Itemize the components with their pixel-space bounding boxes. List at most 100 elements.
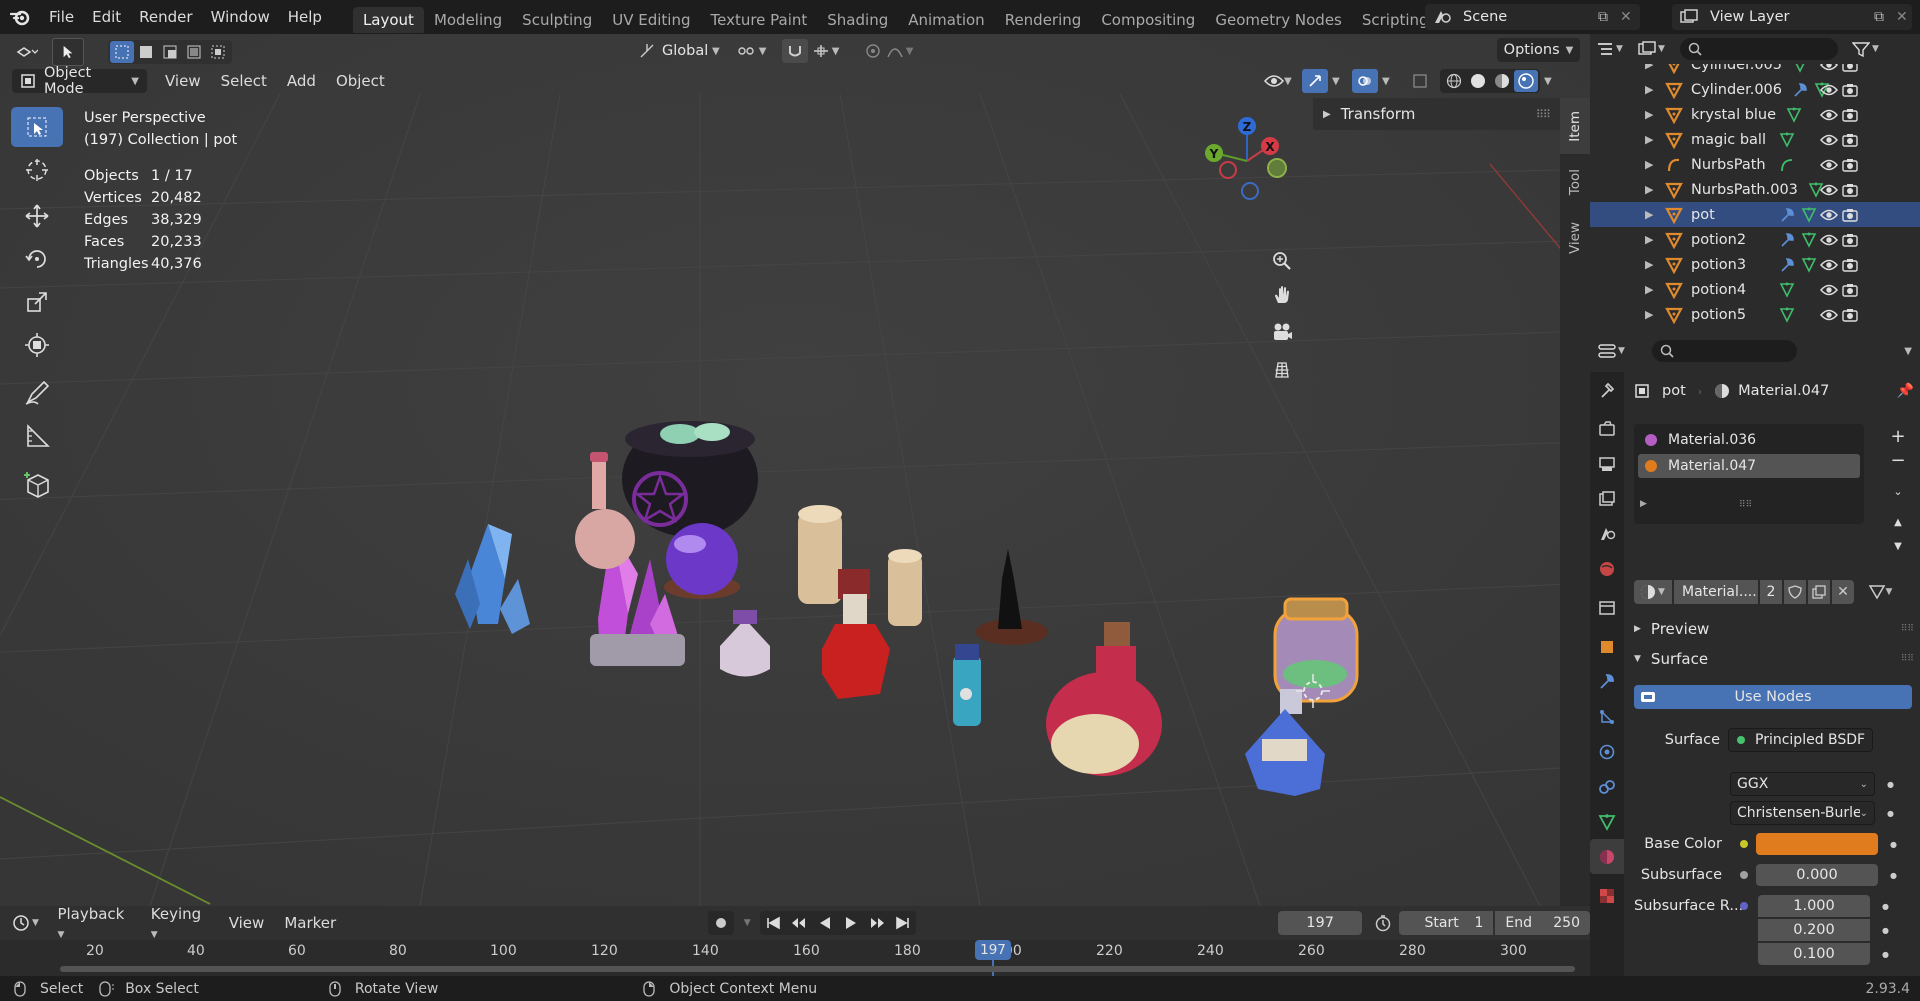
display-mode-icon[interactable]: ▼ xyxy=(1638,41,1674,57)
menu-file[interactable]: File xyxy=(40,0,83,34)
editor-type-button[interactable] xyxy=(8,38,46,66)
socket-icon[interactable] xyxy=(1740,840,1748,848)
material-shading-icon[interactable] xyxy=(1490,73,1514,89)
select-tool-button[interactable] xyxy=(52,38,84,66)
tab-uv-editing[interactable]: UV Editing xyxy=(602,7,700,33)
wireframe-shading-icon[interactable] xyxy=(1442,73,1466,89)
falloff-icon[interactable]: ▼ xyxy=(886,43,922,59)
scene-properties-tab[interactable] xyxy=(1590,516,1624,551)
stopwatch-icon[interactable] xyxy=(1374,914,1393,932)
outliner-search-input[interactable] xyxy=(1680,38,1838,60)
menu-render[interactable]: Render xyxy=(130,0,201,34)
outliner-item[interactable]: ▶ magic ball xyxy=(1590,127,1920,152)
data-properties-tab[interactable] xyxy=(1590,804,1624,839)
visibility-eye-icon[interactable] xyxy=(1820,159,1838,171)
render-camera-icon[interactable] xyxy=(1842,208,1858,222)
expand-arrow-icon[interactable]: ▶ xyxy=(1645,258,1659,271)
output-properties-tab[interactable] xyxy=(1590,446,1624,481)
outliner-item[interactable]: ▶ Cylinder.005 xyxy=(1590,64,1920,77)
chevron-down-icon[interactable]: ▼ xyxy=(1544,76,1560,87)
world-properties-tab[interactable] xyxy=(1590,551,1624,586)
xray-toggle-icon[interactable] xyxy=(1408,73,1432,89)
panel-expand-icon[interactable]: ▶ xyxy=(1323,109,1331,120)
overlay-toggle-icon[interactable] xyxy=(1352,69,1378,93)
physics-properties-tab[interactable] xyxy=(1590,734,1624,769)
socket-icon[interactable] xyxy=(1740,871,1748,879)
scene-close-icon[interactable]: ✕ xyxy=(1620,9,1640,25)
viewport-menu-object[interactable]: Object xyxy=(326,72,395,90)
subsurface-method-dropdown[interactable]: Christensen-Burley ⌄ xyxy=(1730,801,1875,825)
scene-selector[interactable]: Scene ⧉ ✕ xyxy=(1425,4,1640,30)
select-intersect-icon[interactable] xyxy=(206,45,230,59)
constraint-properties-tab[interactable] xyxy=(1590,769,1624,804)
view-layer-close-icon[interactable]: ✕ xyxy=(1896,9,1912,25)
auto-keying-record-icon[interactable] xyxy=(708,911,735,935)
outliner-item[interactable]: ▶ potion2 xyxy=(1590,227,1920,252)
timeline-menu-keying[interactable]: Keying ▼ xyxy=(141,905,219,941)
annotate-tool[interactable] xyxy=(11,373,63,413)
transform-panel-title[interactable]: Transform xyxy=(1341,105,1416,123)
list-expand-icon[interactable]: ▶ xyxy=(1640,499,1647,509)
menu-help[interactable]: Help xyxy=(279,0,331,34)
view-layer-copy-icon[interactable]: ⧉ xyxy=(1874,9,1896,25)
collection-properties-tab[interactable] xyxy=(1590,590,1624,625)
list-resize-handle-icon[interactable]: ⠿⠿ xyxy=(1739,500,1752,510)
current-frame-field[interactable]: 197 xyxy=(1278,911,1363,935)
object-data-icons[interactable] xyxy=(1779,132,1795,148)
view-layer-name[interactable]: View Layer xyxy=(1710,9,1874,25)
tab-tool[interactable]: Tool xyxy=(1560,154,1590,210)
render-camera-icon[interactable] xyxy=(1842,258,1858,272)
viewport-menu-add[interactable]: Add xyxy=(277,72,326,90)
previous-keyframe-icon[interactable] xyxy=(786,916,812,930)
tab-item[interactable]: Item xyxy=(1560,98,1590,154)
playhead[interactable]: 197 xyxy=(975,940,1011,960)
duplicate-material-icon[interactable] xyxy=(1808,580,1830,604)
viewport-canvas[interactable] xyxy=(0,34,1590,906)
tab-rendering[interactable]: Rendering xyxy=(995,7,1092,33)
subsurface-radius-x[interactable]: 1.000 xyxy=(1758,895,1870,917)
modifier-properties-tab[interactable] xyxy=(1590,664,1624,699)
keyframe-dot-icon[interactable]: ● xyxy=(1890,840,1897,849)
play-reverse-icon[interactable] xyxy=(812,916,838,930)
blender-logo-icon[interactable] xyxy=(0,0,40,34)
object-properties-tab[interactable] xyxy=(1590,629,1624,664)
surface-shader-field[interactable]: Principled BSDF xyxy=(1728,728,1873,752)
proportional-edit-icon[interactable] xyxy=(860,43,886,59)
tab-texture-paint[interactable]: Texture Paint xyxy=(700,7,817,33)
add-cube-tool[interactable] xyxy=(11,464,63,504)
play-icon[interactable] xyxy=(838,916,864,930)
render-camera-icon[interactable] xyxy=(1842,83,1858,97)
outliner-item[interactable]: ▶ pot xyxy=(1590,202,1920,227)
properties-editor-type-icon[interactable]: ▼ xyxy=(1598,343,1634,359)
chevron-down-icon[interactable]: ▼ xyxy=(712,46,720,57)
outliner-item[interactable]: ▶ potion5 xyxy=(1590,302,1920,327)
remove-slot-button[interactable]: − xyxy=(1886,448,1910,472)
tab-compositing[interactable]: Compositing xyxy=(1091,7,1205,33)
chevron-down-icon[interactable]: ▼ xyxy=(1904,346,1912,357)
distribution-dropdown[interactable]: GGX ⌄ xyxy=(1730,772,1875,796)
expand-arrow-icon[interactable]: ▶ xyxy=(1645,158,1659,171)
select-new-icon[interactable] xyxy=(110,41,134,63)
keyframe-dot-icon[interactable]: ● xyxy=(1887,809,1894,818)
keyframe-dot-icon[interactable]: ● xyxy=(1890,871,1897,880)
pan-hand-icon[interactable] xyxy=(1267,276,1297,313)
jump-to-start-icon[interactable] xyxy=(760,916,786,930)
select-subtract-icon[interactable] xyxy=(158,45,182,59)
view-layer-selector[interactable]: View Layer ⧉ ✕ xyxy=(1672,4,1912,30)
view-layer-properties-tab[interactable] xyxy=(1590,481,1624,516)
keyframe-dot-icon[interactable]: ● xyxy=(1882,902,1889,911)
visibility-eye-icon[interactable] xyxy=(1820,234,1838,246)
material-name-field[interactable]: Material.... xyxy=(1674,580,1758,604)
object-data-icons[interactable] xyxy=(1786,107,1802,123)
timeline-menu-playback[interactable]: Playback ▼ xyxy=(47,905,140,941)
cursor-tool[interactable] xyxy=(11,150,63,190)
object-data-icons[interactable] xyxy=(1779,307,1795,323)
pivot-point-icon[interactable]: ▼ xyxy=(736,42,772,60)
link-type-icon[interactable]: ▼ xyxy=(1862,584,1898,600)
chevron-down-icon[interactable]: ▼ xyxy=(1382,76,1398,87)
material-slot-item[interactable]: Material.036 xyxy=(1634,428,1864,452)
slot-specials-icon[interactable]: ⌄ xyxy=(1886,476,1910,506)
unlink-material-icon[interactable]: ✕ xyxy=(1832,580,1854,604)
render-camera-icon[interactable] xyxy=(1842,183,1858,197)
properties-search-input[interactable] xyxy=(1652,340,1797,362)
